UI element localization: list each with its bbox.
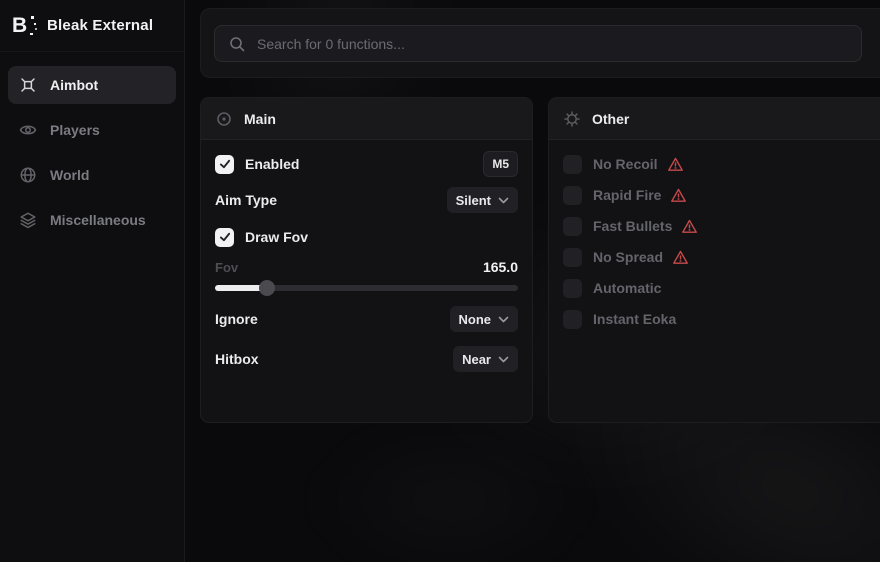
rapid-fire-row: Rapid Fire <box>563 182 871 208</box>
ignore-dropdown[interactable]: None <box>450 306 519 332</box>
chevron-down-icon <box>498 316 509 323</box>
rapid-fire-checkbox[interactable] <box>563 186 582 205</box>
panel-title: Main <box>244 111 276 127</box>
hitbox-row: Hitbox Near <box>215 346 518 372</box>
aim-type-row: Aim Type Silent <box>215 187 518 213</box>
ignore-row: Ignore None <box>215 306 518 332</box>
search-placeholder: Search for 0 functions... <box>257 36 405 52</box>
rapid-fire-label: Rapid Fire <box>593 187 661 203</box>
panel-main-body: Enabled M5 Aim Type Silent <box>201 140 532 372</box>
search-icon <box>229 36 245 52</box>
search-input[interactable]: Search for 0 functions... <box>214 25 862 62</box>
no-recoil-row: No Recoil <box>563 151 871 177</box>
instant-eoka-row: Instant Eoka <box>563 306 871 332</box>
draw-fov-label: Draw Fov <box>245 229 308 245</box>
panel-other-body: No Recoil Rapid Fire Fast Bull <box>549 140 880 332</box>
fov-value-row: Fov 165.0 <box>215 258 518 276</box>
sidebar: B Bleak External Aimbot <box>0 0 185 562</box>
draw-fov-checkbox[interactable] <box>215 228 234 247</box>
draw-fov-row: Draw Fov <box>215 224 518 250</box>
no-recoil-checkbox[interactable] <box>563 155 582 174</box>
aim-type-dropdown[interactable]: Silent <box>447 187 518 213</box>
check-icon <box>219 158 231 170</box>
gear-icon <box>564 111 580 127</box>
enabled-label: Enabled <box>245 156 299 172</box>
sidebar-item-label: Miscellaneous <box>50 212 146 228</box>
search-bar-container: Search for 0 functions... <box>200 8 880 78</box>
check-icon <box>219 231 231 243</box>
automatic-checkbox[interactable] <box>563 279 582 298</box>
fov-slider-thumb[interactable] <box>259 280 275 296</box>
no-recoil-label: No Recoil <box>593 156 658 172</box>
warning-icon <box>672 249 689 266</box>
target-icon <box>216 111 232 127</box>
panel-other-header: Other <box>549 98 880 140</box>
no-spread-row: No Spread <box>563 244 871 270</box>
hitbox-dropdown[interactable]: Near <box>453 346 518 372</box>
app-logo-icon: B <box>12 13 36 39</box>
instant-eoka-checkbox[interactable] <box>563 310 582 329</box>
fov-value: 165.0 <box>483 259 518 275</box>
sidebar-item-label: Players <box>50 122 100 138</box>
fast-bullets-row: Fast Bullets <box>563 213 871 239</box>
sidebar-item-label: World <box>50 167 89 183</box>
fast-bullets-checkbox[interactable] <box>563 217 582 236</box>
hitbox-value: Near <box>462 352 491 367</box>
enabled-checkbox[interactable] <box>215 155 234 174</box>
sidebar-nav: Aimbot Players World <box>0 52 184 239</box>
ignore-label: Ignore <box>215 311 258 327</box>
eye-icon <box>19 121 37 139</box>
enabled-row: Enabled M5 <box>215 151 518 177</box>
fov-label: Fov <box>215 260 238 275</box>
sidebar-item-world[interactable]: World <box>8 156 176 194</box>
app-title: Bleak External <box>47 17 153 34</box>
fast-bullets-label: Fast Bullets <box>593 218 672 234</box>
fov-slider-fill <box>215 285 265 291</box>
aim-type-value: Silent <box>456 193 491 208</box>
sidebar-item-aimbot[interactable]: Aimbot <box>8 66 176 104</box>
globe-icon <box>19 166 37 184</box>
chevron-down-icon <box>498 197 509 204</box>
panel-main-header: Main <box>201 98 532 140</box>
sidebar-item-players[interactable]: Players <box>8 111 176 149</box>
fov-slider[interactable] <box>215 282 518 294</box>
instant-eoka-label: Instant Eoka <box>593 311 676 327</box>
panel-title: Other <box>592 111 629 127</box>
sidebar-item-miscellaneous[interactable]: Miscellaneous <box>8 201 176 239</box>
no-spread-label: No Spread <box>593 249 663 265</box>
main-content: Search for 0 functions... Main Enabled <box>185 0 880 562</box>
warning-icon <box>670 187 687 204</box>
hitbox-label: Hitbox <box>215 351 259 367</box>
chevron-down-icon <box>498 356 509 363</box>
panel-main: Main Enabled M5 Aim Type Silent <box>200 97 533 423</box>
layers-icon <box>19 211 37 229</box>
warning-icon <box>667 156 684 173</box>
aim-type-label: Aim Type <box>215 192 277 208</box>
warning-icon <box>681 218 698 235</box>
automatic-label: Automatic <box>593 280 661 296</box>
app-header: B Bleak External <box>0 0 184 52</box>
automatic-row: Automatic <box>563 275 871 301</box>
ignore-value: None <box>459 312 492 327</box>
panel-other: Other No Recoil Rapid Fire <box>548 97 880 423</box>
keybind-button[interactable]: M5 <box>483 151 518 177</box>
crosshair-icon <box>19 76 37 94</box>
sidebar-item-label: Aimbot <box>50 77 98 93</box>
no-spread-checkbox[interactable] <box>563 248 582 267</box>
